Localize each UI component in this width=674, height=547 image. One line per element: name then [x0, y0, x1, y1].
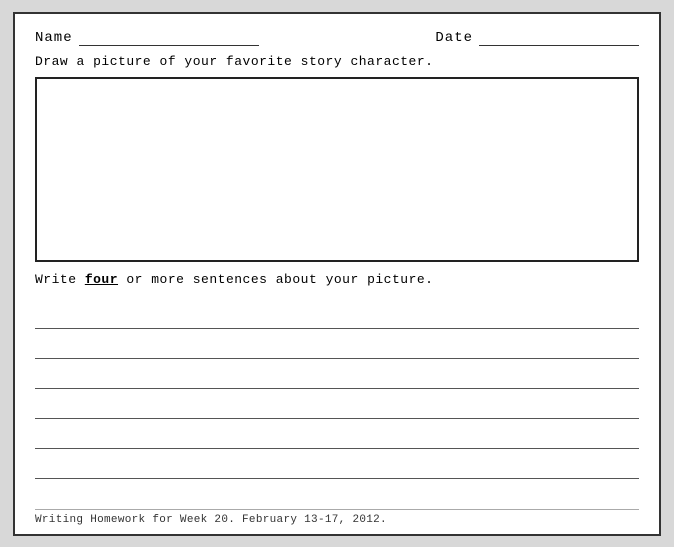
writing-line-6[interactable] [35, 449, 639, 479]
header-row: Name Date [35, 28, 639, 46]
writing-line-4[interactable] [35, 389, 639, 419]
draw-box[interactable] [35, 77, 639, 262]
write-prefix: Write [35, 272, 85, 287]
page-container: Name Date Draw a picture of your favorit… [0, 0, 674, 547]
worksheet: Name Date Draw a picture of your favorit… [13, 12, 661, 536]
date-section: Date [435, 28, 639, 46]
write-underline-word: four [85, 272, 118, 287]
date-label: Date [435, 30, 473, 46]
draw-instruction: Draw a picture of your favorite story ch… [35, 54, 639, 69]
name-line[interactable] [79, 28, 259, 46]
name-section: Name [35, 28, 259, 46]
writing-line-1[interactable] [35, 299, 639, 329]
footer: Writing Homework for Week 20. February 1… [35, 509, 639, 526]
write-suffix: or more sentences about your picture. [118, 272, 433, 287]
writing-line-3[interactable] [35, 359, 639, 389]
writing-lines [35, 299, 639, 479]
write-instruction: Write four or more sentences about your … [35, 272, 639, 287]
footer-text: Writing Homework for Week 20. February 1… [35, 514, 387, 526]
writing-line-5[interactable] [35, 419, 639, 449]
name-label: Name [35, 30, 73, 46]
date-line[interactable] [479, 28, 639, 46]
writing-line-2[interactable] [35, 329, 639, 359]
